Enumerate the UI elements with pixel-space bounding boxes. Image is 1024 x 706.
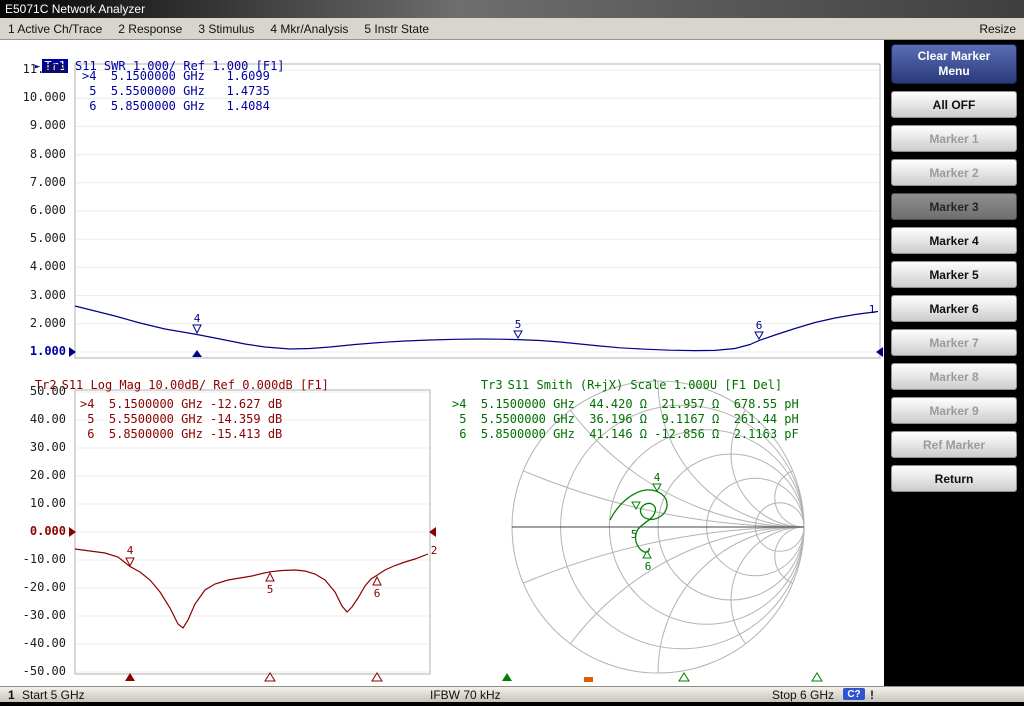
softkey-marker-3[interactable]: Marker 3 — [891, 193, 1017, 220]
marker-readout-row: 55.5500000 GHz1.4735 — [82, 84, 270, 99]
tr2-y-label: -30.00 — [0, 608, 66, 622]
tr1-trace-number: 1 — [869, 303, 876, 316]
tr2-ref-level-label: 0.000 — [0, 524, 66, 538]
tr3-axis-marker5 — [679, 673, 689, 681]
tr2-trace-number: 2 — [431, 544, 438, 557]
marker-readout-row: 55.5500000 GHz36.196 Ω9.1167 Ω261.44 pH — [452, 412, 799, 427]
tr3-marker6-label: 6 — [645, 560, 652, 573]
tr2-marker5-label: 5 — [267, 583, 274, 596]
tr1-marker5-label: 5 — [515, 318, 522, 331]
status-bar: 1 Start 5 GHz IFBW 70 kHz Stop 6 GHz C? … — [0, 686, 1024, 702]
tr1-marker4-label: 4 — [194, 312, 201, 325]
menu-item-mkr-analysis[interactable]: 4 Mkr/Analysis — [270, 22, 348, 36]
menu-bar: 1 Active Ch/Trace 2 Response 3 Stimulus … — [0, 18, 1024, 40]
tr3-marker4-label: 4 — [654, 471, 661, 484]
alert-indicator: ! — [870, 688, 874, 702]
sweep-indicator — [584, 677, 593, 682]
tr3-params: S11 Smith (R+jX) Scale 1.000U [F1 Del] — [508, 378, 783, 392]
tr1-y-label: 10.000 — [0, 90, 66, 104]
tr2-marker4-label: 4 — [127, 544, 134, 557]
tr1-y-label: 6.000 — [0, 203, 66, 217]
tr2-marker-table: >45.1500000 GHz-12.627 dB 55.5500000 GHz… — [80, 397, 282, 442]
softkey-return[interactable]: Return — [891, 465, 1017, 492]
tr2-y-label: 50.00 — [0, 384, 66, 398]
tr3-axis-marker4 — [502, 673, 512, 681]
softkey-marker-7: Marker 7 — [891, 329, 1017, 356]
softkey-marker-4[interactable]: Marker 4 — [891, 227, 1017, 254]
tr2-y-label: 20.00 — [0, 468, 66, 482]
tr2-params: S11 Log Mag 10.00dB/ Ref 0.000dB [F1] — [62, 378, 329, 392]
softkey-marker-5[interactable]: Marker 5 — [891, 261, 1017, 288]
tr1-y-label: 4.000 — [0, 259, 66, 273]
tr2-y-label: -50.00 — [0, 664, 66, 678]
marker-readout-row: >45.1500000 GHz1.6099 — [82, 69, 270, 84]
ifbw-readout[interactable]: IFBW 70 kHz — [430, 688, 501, 702]
instrument-screen: E5071C Network Analyzer 1 Active Ch/Trac… — [0, 0, 1024, 706]
start-frequency[interactable]: Start 5 GHz — [22, 688, 85, 702]
tr2-y-label: -40.00 — [0, 636, 66, 650]
window-title-bar: E5071C Network Analyzer — [0, 0, 1024, 18]
tr2-y-label: 40.00 — [0, 412, 66, 426]
correction-badge: C? — [843, 688, 865, 700]
tr1-y-label: 2.000 — [0, 316, 66, 330]
marker-readout-row: 65.8500000 GHz-15.413 dB — [80, 427, 282, 442]
tr2-y-label: 10.00 — [0, 496, 66, 510]
tr1-marker-table: >45.1500000 GHz1.6099 55.5500000 GHz1.47… — [82, 69, 270, 114]
softkey-all-off[interactable]: All OFF — [891, 91, 1017, 118]
marker-readout-row: >45.1500000 GHz-12.627 dB — [80, 397, 282, 412]
tr1-marker6-label: 6 — [756, 319, 763, 332]
softkey-marker-1: Marker 1 — [891, 125, 1017, 152]
window-title: E5071C Network Analyzer — [5, 2, 145, 16]
softkey-marker-6[interactable]: Marker 6 — [891, 295, 1017, 322]
menu-item-response[interactable]: 2 Response — [118, 22, 182, 36]
tr1-y-label: 9.000 — [0, 118, 66, 132]
tr2-y-label: -10.00 — [0, 552, 66, 566]
tr1-ref-level-label: 1.000 — [0, 344, 66, 358]
marker-readout-row: >45.1500000 GHz44.420 Ω21.957 Ω678.55 pH — [452, 397, 799, 412]
tr2-marker6-label: 6 — [374, 587, 381, 600]
menu-item-instr-state[interactable]: 5 Instr State — [364, 22, 429, 36]
tr1-y-label: 8.000 — [0, 147, 66, 161]
softkey-sidebar: Clear Marker Menu All OFF Marker 1 Marke… — [884, 40, 1024, 686]
stop-frequency[interactable]: Stop 6 GHz — [772, 688, 834, 702]
tr1-y-label: 5.000 — [0, 231, 66, 245]
menu-item-resize[interactable]: Resize — [979, 22, 1016, 36]
channel-number: 1 — [8, 688, 15, 702]
tr3-marker-table: >45.1500000 GHz44.420 Ω21.957 Ω678.55 pH… — [452, 397, 799, 442]
tr1-y-label: 3.000 — [0, 288, 66, 302]
tr3-label: Tr3 — [481, 378, 503, 392]
plots-canvas: 4 5 6 1 4 5 6 2 — [0, 40, 884, 686]
marker-readout-row: 55.5500000 GHz-14.359 dB — [80, 412, 282, 427]
softkey-ref-marker: Ref Marker — [891, 431, 1017, 458]
softkey-menu-title: Clear Marker Menu — [891, 44, 1017, 84]
softkey-marker-8: Marker 8 — [891, 363, 1017, 390]
tr3-axis-marker6 — [812, 673, 822, 681]
tr1-y-label: 7.000 — [0, 175, 66, 189]
tr1-y-label: 11.000 — [0, 62, 66, 76]
bottom-bezel-strip — [0, 702, 1024, 706]
softkey-marker-9: Marker 9 — [891, 397, 1017, 424]
menu-item-active-ch-trace[interactable]: 1 Active Ch/Trace — [8, 22, 102, 36]
tr2-y-label: 30.00 — [0, 440, 66, 454]
menu-item-stimulus[interactable]: 3 Stimulus — [198, 22, 254, 36]
tr3-marker5-label: 5 — [631, 528, 638, 541]
marker-readout-row: 65.8500000 GHz1.4084 — [82, 99, 270, 114]
tr2-y-label: -20.00 — [0, 580, 66, 594]
softkey-marker-2: Marker 2 — [891, 159, 1017, 186]
marker-readout-row: 65.8500000 GHz41.146 Ω-12.856 Ω2.1163 pF — [452, 427, 799, 442]
